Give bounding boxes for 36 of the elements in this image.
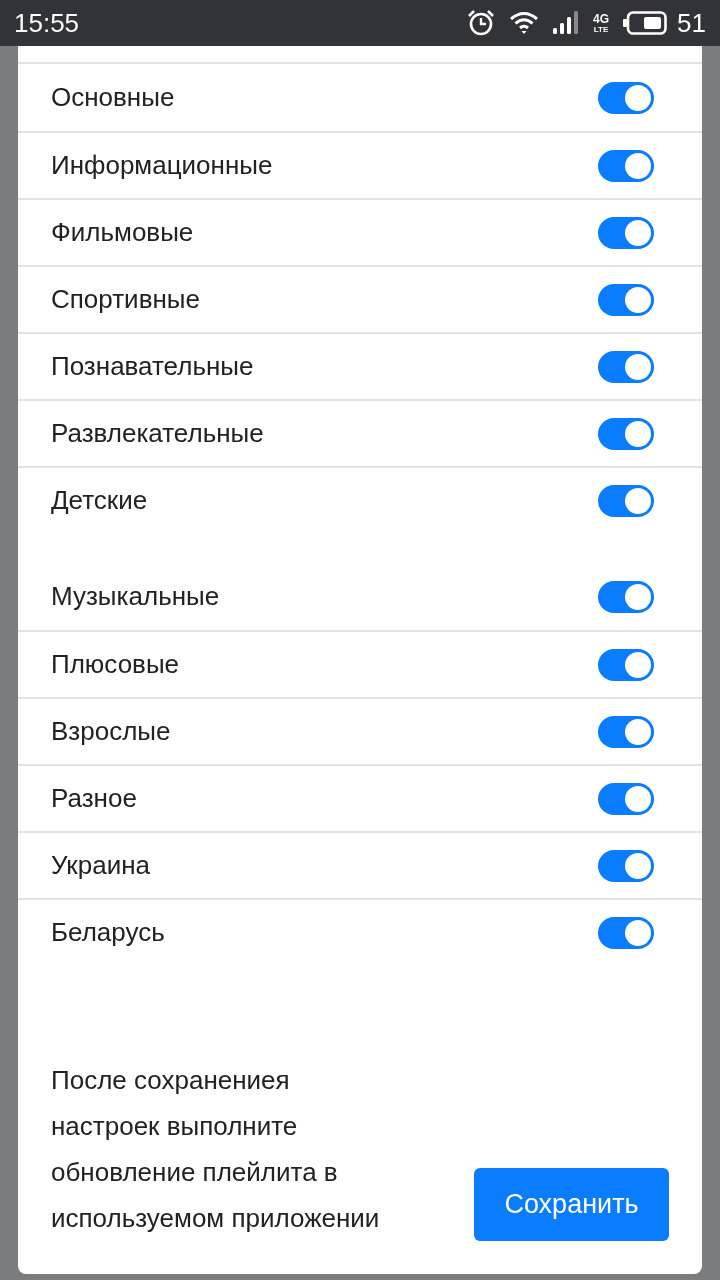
- category-label: Основные: [51, 82, 175, 113]
- toggle-switch[interactable]: [598, 149, 654, 182]
- toggle-switch[interactable]: [598, 580, 654, 613]
- toggle-switch[interactable]: [598, 782, 654, 815]
- category-label: Спортивные: [51, 284, 200, 315]
- category-label: Плюсовые: [51, 649, 180, 680]
- category-label: Познавательные: [51, 351, 254, 382]
- toggle-switch[interactable]: [598, 849, 654, 882]
- info-note: После сохранениея настроек выполните обновление плейлита в используемом приложении: [51, 1064, 380, 1235]
- save-button[interactable]: Сохранить: [474, 1168, 669, 1241]
- category-label: Украина: [51, 850, 150, 881]
- toggle-switch[interactable]: [598, 350, 654, 383]
- battery-icon: [623, 11, 668, 35]
- toggle-switch[interactable]: [598, 648, 654, 681]
- toggle-switch[interactable]: [598, 81, 654, 114]
- alarm-icon: [467, 9, 496, 37]
- toggle-switch[interactable]: [598, 417, 654, 450]
- battery-percent: 51: [677, 7, 706, 39]
- category-label: Развлекательные: [51, 418, 264, 449]
- category-label: Музыкальные: [51, 581, 220, 612]
- clock-time: 15:55: [14, 7, 80, 39]
- toggle-switch[interactable]: [598, 484, 654, 517]
- network-sub-text: LTE: [593, 25, 609, 34]
- category-label: Фильмовые: [51, 217, 194, 248]
- signal-icon: [553, 11, 580, 35]
- category-label: Беларусь: [51, 917, 165, 948]
- toggle-switch[interactable]: [598, 283, 654, 316]
- category-label: Детские: [51, 485, 148, 516]
- wifi-icon: [509, 11, 540, 35]
- toggle-switch[interactable]: [598, 715, 654, 748]
- category-label: Информационные: [51, 150, 273, 181]
- category-label: Взрослые: [51, 716, 171, 747]
- category-label: Разное: [51, 783, 137, 814]
- toggle-switch[interactable]: [598, 916, 654, 949]
- toggle-switch[interactable]: [598, 216, 654, 249]
- network-type-text: 4G: [593, 12, 610, 25]
